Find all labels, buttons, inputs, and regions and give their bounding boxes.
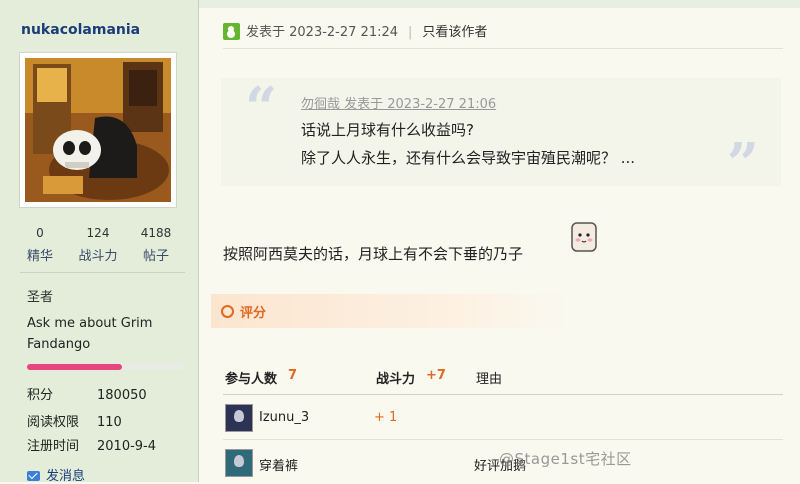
sidebar-divider [20,272,185,273]
info-credits-value: 180050 [97,388,147,403]
stat-digest-label: 精华 [26,249,53,264]
meta-divider [223,48,783,49]
rater-name[interactable]: 穿着裤 [259,455,298,474]
rank-title: 圣者 [27,290,54,305]
post-timestamp: 发表于 2023-2-27 21:24 [246,25,399,40]
toast-face-sticker-icon [571,222,597,252]
reason-label: 理由 [476,372,503,387]
rating-row: Izunu_3 + 1 [223,402,783,434]
post-top-border [199,0,800,8]
info-read-permission-key: 阅读权限 [27,415,80,430]
info-registration-date-key: 注册时间 [27,439,80,454]
info-registration-date-value: 2010-9-4 [97,439,157,454]
stat-posts[interactable]: 4188 帖子 [126,226,186,264]
level-progress-bar [27,364,185,370]
rater-name[interactable]: Izunu_3 [259,410,309,425]
rating-circle-icon [221,305,234,318]
quote-line-2: 除了人人永生，还有什么会导致宇宙殖民潮呢？ ... [301,149,636,167]
rating-row-divider [223,439,783,440]
rating-table-divider [223,394,783,395]
participants-label: 参与人数 [225,372,278,387]
combat-power-label: 战斗力 [376,372,416,387]
avatar-image [25,58,171,202]
meta-separator: | [408,25,413,40]
level-progress-fill [27,364,122,370]
combat-power-total: +7 [426,368,446,383]
stat-combat-power-label: 战斗力 [78,249,118,264]
stat-combat-power[interactable]: 124 战斗力 [68,226,128,264]
author-username[interactable]: nukacolamania [21,22,140,38]
quote-line-1: 话说上月球有什么收益吗? [301,121,474,139]
custom-title: Ask me about Grim Fandango [27,316,153,352]
envelope-icon [27,471,40,481]
avatar[interactable] [19,52,177,208]
info-registration-date: 注册时间 2010-9-4 [27,435,156,454]
info-credits: 积分 180050 [27,384,147,403]
info-credits-key: 积分 [27,388,54,403]
author-only-link[interactable]: 只看该作者 [422,25,487,40]
send-message-link[interactable]: 发消息 [27,465,85,484]
stat-combat-power-value: 124 [86,226,110,240]
participants-count[interactable]: 7 [288,368,297,383]
stat-posts-label: 帖子 [142,249,169,264]
rating-label: 评分 [240,306,267,321]
stat-digest-value: 0 [36,226,44,240]
quote-block: “ 勿徊哉 发表于 2023-2-27 21:06 话说上月球有什么收益吗? 除… [221,75,781,192]
rater-avatar[interactable] [225,449,253,477]
rater-avatar[interactable] [225,404,253,432]
post-meta: 发表于 2023-2-27 21:24 | 只看该作者 [223,21,487,40]
open-quote-icon: “ [245,75,278,141]
info-read-permission-value: 110 [97,415,122,430]
stat-digest[interactable]: 0 精华 [10,226,70,264]
rater-score: + 1 [374,410,398,425]
rating-section-header: 评分 [211,294,569,328]
author-sidebar: nukacolamania 0 精华 124 战斗力 4188 帖子 圣者 As… [0,0,199,484]
rating-title: 评分 [221,302,266,321]
online-status-icon [223,23,240,40]
close-quote-icon: ” [726,131,759,197]
info-read-permission: 阅读权限 110 [27,411,122,430]
watermark: @Stage1st宅社区 [499,450,632,468]
post-body-text: 按照阿西莫夫的话，月球上有不会下垂的乃子 [223,245,524,263]
quote-header-link[interactable]: 勿徊哉 发表于 2023-2-27 21:06 [301,93,496,112]
post-main: 发表于 2023-2-27 21:24 | 只看该作者 “ 勿徊哉 发表于 2023… [199,0,800,482]
stat-posts-value: 4188 [140,226,172,240]
